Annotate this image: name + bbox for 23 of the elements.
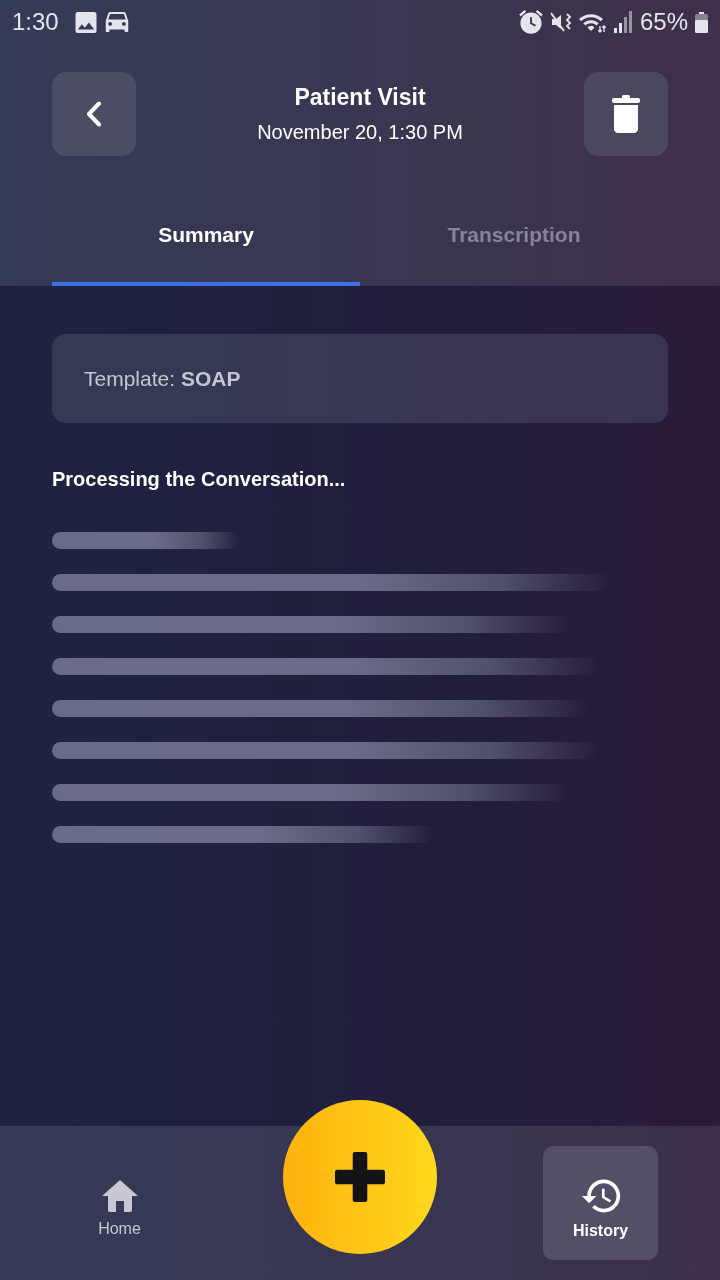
back-button[interactable] [52,72,136,156]
home-icon [100,1179,139,1213]
chevron-left-icon [86,101,102,127]
status-time: 1:30 [12,8,59,36]
nav-item[interactable]: History [543,1146,658,1260]
nav-item[interactable]: Home [62,1146,177,1260]
battery-percent: 65% [639,8,688,36]
alarm-icon [518,10,543,34]
delete-button[interactable] [584,72,668,156]
history-icon [579,1177,622,1215]
battery-icon [695,11,708,33]
template-label: Template: SOAP [84,365,241,392]
tab[interactable]: Summary [52,190,360,286]
trash-icon [612,95,640,133]
wifi-icon [578,11,607,33]
screen-title: Patient Visit [293,83,427,112]
car-icon [104,12,129,32]
mute-icon [549,11,572,33]
signal-icon [613,11,633,33]
visit-date: November 20, 1:30 PM [256,120,464,145]
processing-message: Processing the Conversation... [52,467,347,491]
image-icon [74,11,97,33]
plus-icon [335,1152,385,1202]
